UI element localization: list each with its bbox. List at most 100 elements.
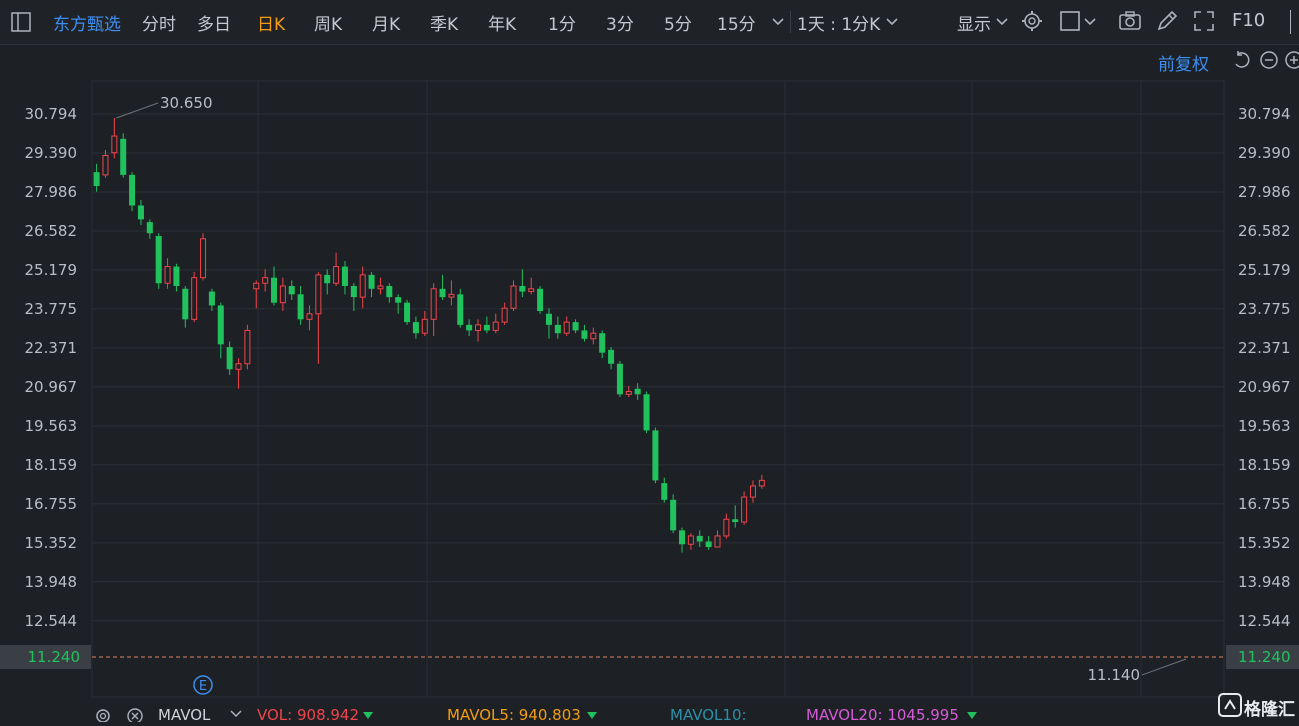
- event-marker-label: E: [199, 679, 207, 694]
- candle: [758, 474, 765, 489]
- tab-yearly-k[interactable]: 年K: [488, 10, 516, 35]
- candle-body: [554, 324, 561, 334]
- candle-body: [235, 363, 242, 370]
- y-tick-label-right: 27.986: [1238, 183, 1291, 201]
- tab-3min[interactable]: 3分: [606, 10, 634, 35]
- toolbar: 东方甄选 分时 多日 日K 周K 月K 季K 年K 1分 3分 5分 15分 1…: [0, 0, 1299, 45]
- tab-daily-k[interactable]: 日K: [257, 10, 285, 35]
- tab-quarterly-k[interactable]: 季K: [430, 10, 458, 35]
- chevron-down-icon[interactable]: [994, 12, 1010, 30]
- candle: [732, 505, 739, 528]
- candle-body: [412, 322, 419, 334]
- candle: [510, 280, 517, 311]
- low-label-leader: [1141, 658, 1187, 676]
- candle: [333, 252, 340, 287]
- y-tick-label-left: 16.755: [25, 495, 78, 513]
- tab-5min[interactable]: 5分: [664, 10, 692, 35]
- y-tick-label-left: 23.775: [25, 300, 78, 318]
- y-tick-label-right: 12.544: [1238, 612, 1291, 630]
- chevron-down-icon[interactable]: [1082, 12, 1098, 30]
- tab-15min[interactable]: 15分: [717, 10, 756, 35]
- candle: [590, 327, 597, 345]
- y-tick-label-right: 26.582: [1238, 222, 1291, 240]
- chevron-down-icon[interactable]: [228, 706, 244, 722]
- checkbox-icon[interactable]: [1058, 9, 1082, 33]
- undo-icon[interactable]: [1232, 50, 1252, 70]
- chevron-down-icon[interactable]: [770, 12, 786, 30]
- y-tick-label-right: 18.159: [1238, 456, 1291, 474]
- candle: [341, 261, 348, 295]
- pencil-icon[interactable]: [1155, 9, 1179, 33]
- side-panel-edge[interactable]: [1290, 10, 1299, 34]
- candle-body: [687, 535, 694, 545]
- y-tick-label-left: 30.794: [25, 105, 78, 123]
- candle-body: [608, 349, 615, 364]
- candle: [714, 530, 721, 548]
- gear-icon[interactable]: [1020, 9, 1044, 33]
- indicator-name[interactable]: MAVOL: [158, 706, 210, 724]
- candle-body: [359, 274, 366, 298]
- candle: [350, 283, 357, 311]
- panel-toggle-icon[interactable]: [10, 11, 32, 33]
- candle: [288, 280, 295, 300]
- tab-weekly-k[interactable]: 周K: [314, 10, 342, 35]
- display-menu[interactable]: 显示: [957, 10, 991, 35]
- candle-body: [696, 535, 703, 542]
- candle: [412, 316, 419, 339]
- camera-icon[interactable]: [1118, 9, 1142, 33]
- candle-body: [217, 305, 224, 345]
- candle: [404, 299, 411, 325]
- chevron-down-icon[interactable]: [884, 12, 900, 30]
- tab-1min[interactable]: 1分: [548, 10, 576, 35]
- candle-body: [749, 485, 756, 498]
- candle: [395, 294, 402, 314]
- candle-body: [625, 391, 632, 395]
- zoom-in-icon[interactable]: [1284, 50, 1299, 70]
- candle-body: [705, 541, 712, 548]
- candle: [599, 330, 606, 359]
- candle: [368, 272, 375, 298]
- candle-body: [679, 530, 686, 545]
- y-tick-label-right: 23.775: [1238, 300, 1291, 318]
- f10-button[interactable]: F10: [1232, 10, 1265, 31]
- tab-monthly-k[interactable]: 月K: [372, 10, 400, 35]
- tab-multi-day[interactable]: 多日: [197, 10, 231, 35]
- tab-intraday[interactable]: 分时: [142, 10, 176, 35]
- candle-body: [306, 313, 313, 320]
- candle-body: [244, 329, 251, 365]
- y-tick-label-left: 29.390: [25, 144, 78, 162]
- y-tick-label-left: 25.179: [25, 261, 78, 279]
- fullscreen-icon[interactable]: [1192, 9, 1216, 33]
- candle: [208, 288, 215, 311]
- adjust-mode-button[interactable]: 前复权: [1158, 50, 1209, 75]
- settings-icon[interactable]: [94, 707, 112, 722]
- watermark-text: 格隆汇: [1244, 700, 1295, 720]
- candle-body: [448, 293, 455, 298]
- close-icon[interactable]: [126, 707, 144, 722]
- candle-body: [510, 285, 517, 309]
- interval-select[interactable]: 1天 : 1分K: [797, 10, 880, 35]
- y-axis-left: 30.794 29.390 27.986 26.582 25.179 23.775 22.3…: [25, 105, 78, 630]
- stock-name[interactable]: 东方甄选: [53, 10, 121, 35]
- candle-body: [262, 277, 269, 284]
- candle-body: [758, 479, 765, 487]
- candle-body: [421, 318, 428, 334]
- candle: [324, 269, 331, 295]
- down-arrow-icon: [967, 712, 977, 719]
- candle-body: [93, 172, 100, 187]
- candle: [705, 535, 712, 550]
- candle-body: [501, 307, 508, 323]
- candle-body: [137, 205, 144, 220]
- zoom-out-icon[interactable]: [1259, 50, 1279, 70]
- candle: [235, 358, 242, 389]
- candle: [315, 272, 322, 364]
- candle-body: [102, 154, 109, 176]
- candlestick-chart[interactable]: 30.794 29.390 27.986 26.582 25.179 23.775 22.3…: [0, 45, 1299, 700]
- candle-body: [182, 288, 189, 320]
- candle: [200, 233, 207, 281]
- candle-body: [732, 519, 739, 523]
- candle-body: [404, 302, 411, 323]
- candle: [563, 316, 570, 336]
- candle-body: [146, 222, 153, 234]
- candle: [146, 219, 153, 239]
